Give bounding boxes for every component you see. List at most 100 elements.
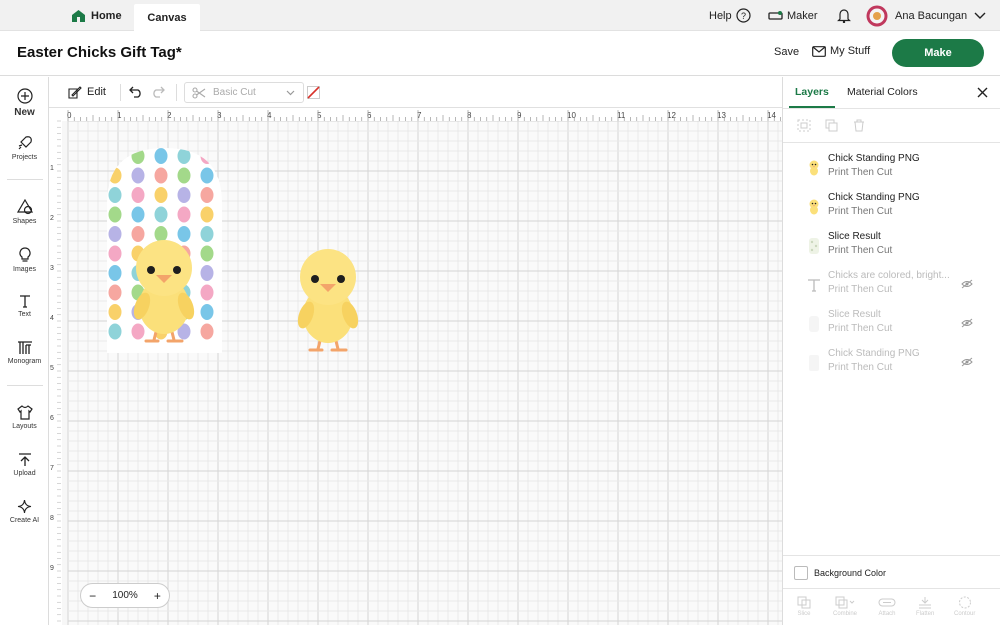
plus-circle-icon: [16, 88, 33, 104]
attach-button[interactable]: Attach: [878, 596, 896, 617]
ruler-label: 2: [50, 215, 54, 222]
ruler-label: 7: [50, 465, 54, 472]
text-button[interactable]: Text: [0, 294, 49, 318]
zoom-out-button[interactable]: −: [89, 589, 96, 603]
slice-label: Slice: [797, 611, 811, 617]
background-color-checkbox[interactable]: [794, 566, 808, 580]
easter-egg: [108, 284, 122, 301]
maker-button[interactable]: Maker: [768, 0, 818, 31]
design-canvas[interactable]: 0 1 2 3 4 5 6 7 8 9 10 11 12 13 14 1 2 3 4 5 6 7 8 9: [49, 108, 782, 625]
layer-item[interactable]: Chick Standing PNG Print Then Cut: [783, 346, 1000, 385]
ruler-label: 6: [50, 415, 54, 422]
easter-egg: [154, 148, 168, 164]
chick-thumbnail: [809, 199, 819, 215]
easter-egg: [131, 206, 145, 223]
question-icon: ?: [736, 8, 751, 23]
edit-label: Edit: [87, 86, 106, 98]
ruler-label: 4: [50, 315, 54, 322]
tab-home[interactable]: Home: [72, 0, 122, 31]
tab-canvas-label: Canvas: [147, 11, 187, 24]
bell-icon: [837, 9, 851, 23]
scissors-icon: [192, 86, 206, 99]
user-menu[interactable]: Ana Bacungan: [866, 0, 986, 31]
combine-label: Combine: [833, 611, 858, 617]
monogram-icon: [17, 341, 32, 354]
zoom-in-button[interactable]: +: [154, 589, 161, 603]
shirt-icon: [16, 405, 33, 420]
home-icon: [72, 9, 85, 22]
canvas-grid[interactable]: 0 1 2 3 4 5 6 7 8 9 10 11 12 13 14123456789: [49, 108, 782, 625]
new-button[interactable]: New: [0, 88, 49, 118]
edit-button[interactable]: Edit: [68, 85, 106, 99]
eye-hidden-icon[interactable]: [961, 318, 973, 328]
tab-layers[interactable]: Layers: [795, 86, 829, 98]
text-layer-icon: [808, 279, 820, 292]
ruler-label: 14: [767, 111, 776, 120]
flatten-button[interactable]: Flatten: [916, 596, 934, 617]
images-button[interactable]: Images: [0, 247, 49, 273]
create-ai-label: Create AI: [9, 517, 40, 524]
redo-icon[interactable]: [151, 86, 165, 98]
easter-egg: [131, 167, 145, 184]
easter-egg: [177, 226, 191, 242]
images-label: Images: [13, 266, 36, 273]
slice-button[interactable]: Slice: [797, 596, 811, 617]
layouts-button[interactable]: Layouts: [0, 405, 49, 430]
easter-egg: [200, 284, 214, 301]
easter-egg: [200, 226, 214, 242]
easter-egg: [131, 226, 145, 242]
operation-select[interactable]: Basic Cut: [184, 82, 304, 103]
monogram-button[interactable]: Monogram: [0, 341, 49, 365]
layer-operation: Print Then Cut: [828, 167, 893, 178]
upload-button[interactable]: Upload: [0, 452, 49, 477]
avatar: [866, 5, 888, 26]
layer-item[interactable]: Chick Standing PNG Print Then Cut: [783, 151, 1000, 190]
undo-icon[interactable]: [129, 86, 143, 98]
layer-operation: Print Then Cut: [828, 323, 893, 334]
layer-operation: Print Then Cut: [828, 245, 893, 256]
group-icon[interactable]: [797, 119, 811, 132]
ruler-label: 13: [717, 111, 726, 120]
ruler-label: 5: [50, 365, 54, 372]
help-button[interactable]: Help ?: [709, 0, 751, 31]
layer-name: Chick Standing PNG: [828, 153, 920, 164]
layer-name: Chick Standing PNG: [828, 192, 920, 203]
my-stuff-button[interactable]: My Stuff: [812, 45, 870, 57]
no-color-icon[interactable]: [307, 86, 320, 99]
tab-canvas[interactable]: Canvas: [134, 4, 200, 31]
rocket-icon: [18, 136, 32, 150]
combine-button[interactable]: Combine: [833, 596, 857, 617]
easter-egg: [200, 187, 214, 203]
duplicate-icon[interactable]: [825, 119, 838, 132]
easter-egg: [154, 206, 168, 223]
easter-egg: [131, 323, 145, 340]
trash-icon[interactable]: [853, 119, 865, 132]
eye-hidden-icon[interactable]: [961, 279, 973, 289]
contour-button[interactable]: Contour: [954, 596, 975, 617]
easter-egg: [154, 187, 168, 203]
projects-button[interactable]: Projects: [0, 135, 49, 161]
eye-hidden-icon[interactable]: [961, 357, 973, 367]
save-button[interactable]: Save: [774, 46, 799, 58]
layer-item[interactable]: Chick Standing PNG Print Then Cut: [783, 190, 1000, 229]
layer-item[interactable]: Chicks are colored, bright... Print Then…: [783, 268, 1000, 307]
easter-egg: [200, 304, 214, 320]
operation-label: Basic Cut: [213, 87, 256, 98]
chevron-down-icon: [286, 90, 295, 95]
background-color-label: Background Color: [814, 568, 887, 578]
notifications-button[interactable]: [837, 0, 851, 31]
ruler-label: 9: [50, 565, 54, 572]
my-stuff-label: My Stuff: [830, 45, 871, 57]
tab-material-colors[interactable]: Material Colors: [847, 86, 918, 98]
create-ai-button[interactable]: Create AI: [0, 499, 49, 524]
project-title[interactable]: Easter Chicks Gift Tag*: [17, 44, 182, 61]
easter-egg: [108, 265, 122, 281]
make-button[interactable]: Make: [892, 39, 984, 67]
close-icon[interactable]: [977, 87, 988, 98]
shapes-icon: [16, 199, 33, 215]
layer-item[interactable]: Slice Result Print Then Cut: [783, 307, 1000, 346]
maker-label: Maker: [787, 9, 818, 22]
combine-icon: [835, 596, 855, 609]
layer-item[interactable]: Slice Result Print Then Cut: [783, 229, 1000, 268]
shapes-button[interactable]: Shapes: [0, 199, 49, 225]
